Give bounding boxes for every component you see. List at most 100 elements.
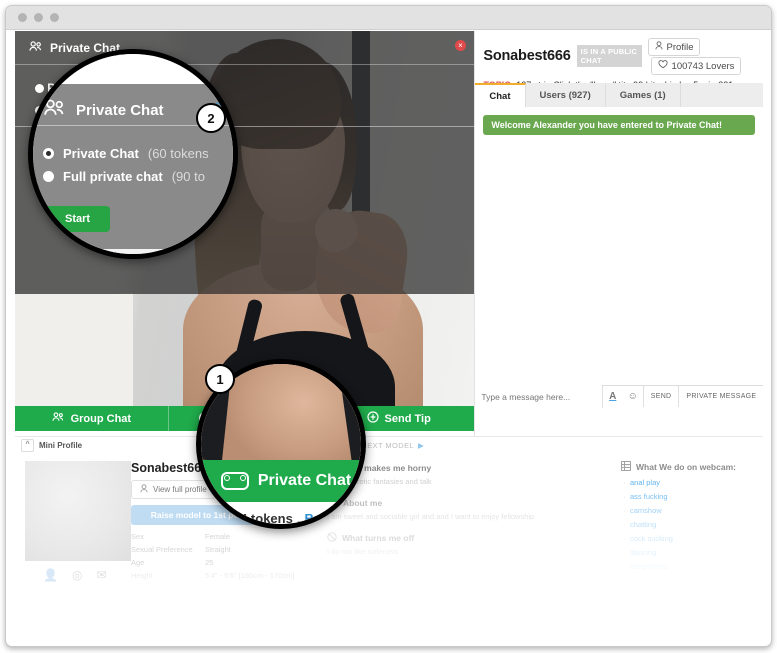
chevron-right-icon: ▶ bbox=[418, 441, 424, 450]
about-block: What makes me horny I excite erotic fant… bbox=[327, 461, 621, 486]
people-icon bbox=[29, 41, 43, 55]
spec-key: Sexual Preference bbox=[131, 545, 205, 554]
mini-profile-label: Mini Profile bbox=[39, 441, 82, 450]
radio-private-selected[interactable] bbox=[43, 148, 54, 159]
tag-item[interactable]: deep throat bbox=[621, 562, 763, 571]
add-friend-icon[interactable]: 👤 bbox=[43, 568, 58, 582]
chevron-up-icon: ^ bbox=[21, 439, 34, 452]
system-message: Welcome Alexander you have entered to Pr… bbox=[483, 115, 755, 135]
private-message-button[interactable]: PRIVATE MESSAGE bbox=[678, 386, 763, 407]
model-name-row: Sonabest666 IS IN A PUBLIC CHAT P bbox=[483, 37, 755, 75]
window-minimize-dot[interactable] bbox=[34, 13, 43, 22]
magnified-modal-title-row: Private Chat bbox=[43, 99, 164, 121]
profile-button[interactable]: Profile bbox=[648, 38, 701, 56]
magnified-option-private-note: (60 tokens bbox=[148, 146, 209, 161]
chat-column: Sonabest666 IS IN A PUBLIC CHAT P bbox=[474, 31, 763, 436]
spec-row: Sexual Preference Straight bbox=[131, 545, 321, 554]
people-icon bbox=[43, 99, 67, 121]
window-maximize-dot[interactable] bbox=[50, 13, 59, 22]
page-content: Private Chat × Private Chat (60 tokens /… bbox=[15, 31, 763, 639]
spec-key: Sex bbox=[131, 532, 205, 541]
screenshot-root: Private Chat × Private Chat (60 tokens /… bbox=[0, 0, 777, 653]
block-icon bbox=[327, 532, 337, 544]
about-text: I am sweet and sociable girl and and I w… bbox=[327, 512, 621, 521]
magnified-option-private-label: Private Chat bbox=[63, 146, 139, 161]
spec-value: 5'4" - 5'6" [160cm - 170cm] bbox=[205, 571, 321, 580]
status-badge: IS IN A PUBLIC CHAT bbox=[577, 45, 642, 67]
magnified-private-chat-modal: Private Chat ? Private Chat (60 tokens F… bbox=[33, 54, 238, 259]
chat-tabs: Chat Users (927) Games (1) bbox=[475, 83, 763, 108]
magnified-start-button[interactable]: Start bbox=[45, 206, 110, 232]
header-buttons: Profile 100743 Lovers bbox=[648, 37, 756, 75]
about-title-row: About me bbox=[327, 497, 621, 509]
magnified-button-label: Private Chat bbox=[258, 472, 351, 490]
about-block: What turns me off I do not like rudeness bbox=[327, 532, 621, 556]
browser-window: Private Chat × Private Chat (60 tokens /… bbox=[5, 5, 772, 647]
mini-profile-toggle[interactable]: ^ Mini Profile bbox=[21, 439, 82, 452]
group-chat-label: Group Chat bbox=[71, 413, 132, 425]
about-block: About me I am sweet and sociable girl an… bbox=[327, 497, 621, 521]
profile-photo-actions: 👤 ◎ ✉ bbox=[25, 568, 131, 582]
group-chat-button[interactable]: Group Chat bbox=[15, 406, 169, 431]
tab-games[interactable]: Games (1) bbox=[606, 83, 681, 107]
profile-panel: 👤 ◎ ✉ Sonabest666 View full profile bbox=[15, 453, 763, 639]
tab-users[interactable]: Users (927) bbox=[526, 83, 606, 107]
profile-photo[interactable] bbox=[25, 461, 131, 561]
callout-badge-one: 1 bbox=[205, 364, 235, 394]
overlay-close-icon[interactable]: × bbox=[455, 40, 466, 51]
envelope-icon[interactable]: ✉ bbox=[96, 568, 106, 582]
tags-title: What We do on webcam: bbox=[636, 462, 736, 472]
next-model-label: NEXT MODEL bbox=[361, 441, 414, 450]
person-icon bbox=[655, 41, 663, 53]
magnified-token-text: e 1464 tokens bbox=[208, 511, 293, 526]
spec-key: Height bbox=[131, 571, 205, 580]
send-button[interactable]: SEND bbox=[643, 386, 679, 407]
about-text: I do not like rudeness bbox=[327, 547, 621, 556]
lovers-button-label: 100743 Lovers bbox=[672, 61, 735, 72]
about-title: What turns me off bbox=[342, 533, 414, 543]
spec-value: Straight bbox=[205, 545, 321, 554]
grid-icon bbox=[621, 461, 631, 473]
person-small-icon bbox=[140, 484, 148, 495]
spec-value: 25 bbox=[205, 558, 321, 567]
profile-button-label: Profile bbox=[667, 42, 694, 53]
about-title-row: What turns me off bbox=[327, 532, 621, 544]
tag-item[interactable]: camshow bbox=[621, 506, 763, 515]
tag-item[interactable]: anal play bbox=[621, 478, 763, 487]
magnified-option-private[interactable]: Private Chat (60 tokens bbox=[43, 146, 209, 161]
radio-full-unselected[interactable] bbox=[43, 171, 54, 182]
heart-icon bbox=[658, 60, 668, 72]
message-input[interactable] bbox=[475, 385, 602, 408]
tag-item[interactable]: cock sucking bbox=[621, 534, 763, 543]
window-close-dot[interactable] bbox=[18, 13, 27, 22]
view-full-profile-label: View full profile bbox=[153, 485, 207, 494]
mask-icon bbox=[221, 472, 249, 490]
tab-chat[interactable]: Chat bbox=[475, 83, 525, 107]
lovers-button[interactable]: 100743 Lovers bbox=[651, 57, 742, 75]
spec-row: Sex Female bbox=[131, 532, 321, 541]
send-tip-label: Send Tip bbox=[385, 413, 431, 425]
magnified-green-bar[interactable]: Private Chat bbox=[201, 460, 366, 502]
profile-tags-column: What We do on webcam: anal play ass fuck… bbox=[621, 461, 763, 639]
chat-messages: Welcome Alexander you have entered to Pr… bbox=[475, 107, 763, 385]
magnified-option-full-note: (90 to bbox=[172, 169, 205, 184]
tag-item[interactable]: ass fucking bbox=[621, 492, 763, 501]
emoji-icon[interactable]: ☺ bbox=[623, 391, 643, 402]
group-people-icon bbox=[52, 412, 65, 425]
next-model-button[interactable]: NEXT MODEL ▶ bbox=[361, 441, 424, 450]
gift-icon[interactable]: ◎ bbox=[72, 568, 82, 582]
tab-filler bbox=[681, 83, 764, 107]
tag-item[interactable]: dancing bbox=[621, 548, 763, 557]
magnified-top-white bbox=[33, 54, 238, 84]
magnified-option-full[interactable]: Full private chat (90 to bbox=[43, 169, 205, 184]
tag-item[interactable]: chatting bbox=[621, 520, 763, 529]
magnified-buy-more-link[interactable]: Buy more bbox=[304, 511, 364, 526]
tip-circle-icon bbox=[367, 411, 379, 426]
chat-input-bar: A ☺ SEND PRIVATE MESSAGE bbox=[475, 385, 763, 407]
magnified-modal-title: Private Chat bbox=[76, 102, 164, 119]
spec-row: Height 5'4" - 5'6" [160cm - 170cm] bbox=[131, 571, 321, 580]
profile-about-column: What makes me horny I excite erotic fant… bbox=[321, 461, 621, 639]
font-color-icon[interactable]: A bbox=[603, 391, 623, 402]
magnifier-callout-two: Private Chat ? Private Chat (60 tokens F… bbox=[28, 49, 238, 259]
profile-photo-column: 👤 ◎ ✉ bbox=[15, 461, 131, 639]
